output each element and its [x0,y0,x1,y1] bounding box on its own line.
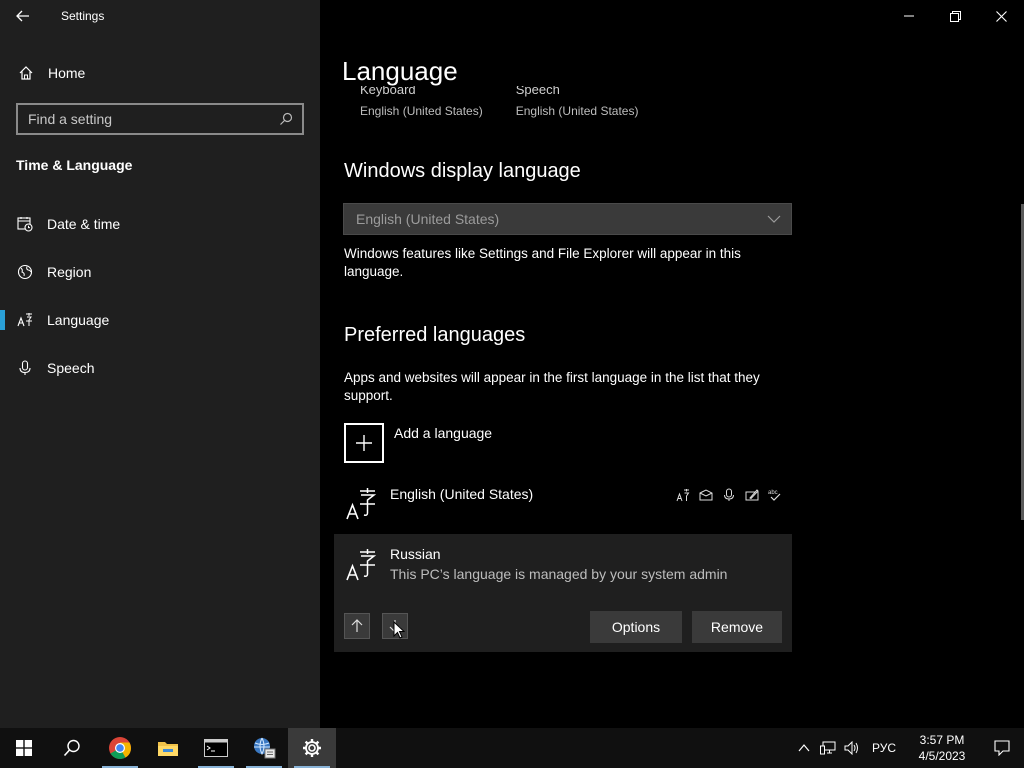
keyboard-tile[interactable]: Keyboard English (United States) [360,86,483,118]
sidebar-item-region[interactable]: Region [0,252,320,292]
language-subtitle: This PC’s language is managed by your sy… [390,566,728,582]
remove-button[interactable]: Remove [692,611,782,643]
minimize-button[interactable] [886,0,932,32]
action-center-button[interactable] [980,728,1024,768]
restore-button[interactable] [932,0,978,32]
sidebar-item-label: Language [47,312,110,328]
language-icon [17,312,33,328]
globe-icon [17,264,33,280]
system-tray: РУС 3:57 PM 4/5/2023 [792,728,1024,768]
plus-icon [356,435,372,451]
input-language-indicator[interactable]: РУС [864,741,904,755]
title-bar: Settings [0,0,320,32]
spell-check-feature-icon: abc [767,487,782,502]
clock-date: 4/5/2023 [918,749,966,763]
dropdown-selected-value: English (United States) [356,211,500,227]
svg-text:abc: abc [768,490,778,496]
arrow-up-icon [351,619,363,632]
options-button[interactable]: Options [590,611,682,643]
volume-icon [844,741,858,755]
preferred-languages-heading: Preferred languages [344,324,526,346]
language-glyph-icon [334,483,380,523]
tile-label: Keyboard [360,86,416,97]
taskbar-chrome[interactable] [96,728,144,768]
back-arrow-icon [16,10,29,22]
main-content: Language Keyboard English (United States… [320,0,1024,728]
add-language-label: Add a language [394,425,493,441]
page-title: Language [342,56,458,86]
language-tiles-row: Keyboard English (United States) Speech … [360,86,638,118]
taskbar-file-explorer[interactable] [144,728,192,768]
search-input[interactable] [18,111,270,127]
windows-start-icon [16,740,32,756]
language-name: English (United States) [390,486,534,502]
home-nav-item[interactable]: Home [0,56,320,90]
window-controls [886,0,1024,32]
sidebar-item-speech[interactable]: Speech [0,348,320,388]
search-box[interactable] [16,103,304,135]
text-to-speech-feature-icon [698,487,713,502]
language-glyph-icon [334,544,380,584]
handwriting-feature-icon [744,487,759,502]
network-tray-button[interactable] [816,728,840,768]
mouse-cursor-icon [393,621,405,639]
taskbar-network-app[interactable] [240,728,288,768]
notification-icon [994,740,1010,756]
speech-recognition-feature-icon [721,487,736,502]
back-button[interactable] [0,0,46,32]
language-item-english[interactable]: English (United States) abc [334,483,792,531]
restore-icon [949,10,961,22]
network-icon [819,741,836,755]
clock-time: 3:57 PM [919,733,965,747]
search-icon [63,739,80,757]
sidebar-item-label: Speech [47,360,95,376]
taskbar-clock[interactable]: 3:57 PM 4/5/2023 [904,732,980,764]
close-icon [995,10,1007,22]
language-name: Russian [390,546,441,562]
add-language-button[interactable]: Add a language [344,423,492,463]
settings-gear-icon [303,739,321,757]
display-language-dropdown[interactable]: English (United States) [343,203,792,235]
taskbar-settings[interactable] [288,728,336,768]
display-language-description: Windows features like Settings and File … [344,246,741,279]
sidebar-item-label: Date & time [47,216,121,232]
chevron-up-icon [798,744,810,752]
taskbar-search-button[interactable] [48,728,96,768]
show-hidden-icons-button[interactable] [792,728,816,768]
sidebar-item-date-time[interactable]: Date & time [0,204,320,244]
language-features: abc [675,487,782,502]
add-box [344,423,384,463]
sidebar-item-language[interactable]: Language [0,300,320,340]
network-globe-icon [254,737,276,759]
microphone-icon [17,360,33,376]
home-icon [18,65,34,81]
chevron-down-icon [767,215,781,223]
app-title: Settings [61,9,105,23]
tile-label: Speech [515,86,560,97]
display-language-heading: Windows display language [344,160,581,182]
taskbar: РУС 3:57 PM 4/5/2023 [0,728,1024,768]
tile-value: English (United States) [360,104,483,118]
speech-tile[interactable]: Speech English (United States) [516,86,639,118]
sidebar: Settings Home Time & Language Date & tim… [0,0,320,728]
language-item-header: Russian This PC’s language is managed by… [334,544,792,592]
sidebar-item-label: Region [47,264,92,280]
search-icon[interactable] [270,105,302,133]
start-button[interactable] [0,728,48,768]
section-title: Time & Language [16,157,133,173]
calendar-clock-icon [17,216,33,232]
move-up-button[interactable] [344,613,370,639]
home-label: Home [48,65,86,81]
tile-value: English (United States) [515,104,639,118]
preferred-languages-description: Apps and websites will appear in the fir… [344,370,760,403]
chrome-icon [109,737,131,759]
volume-tray-button[interactable] [840,728,864,768]
display-language-feature-icon [675,487,690,502]
close-button[interactable] [978,0,1024,32]
file-explorer-icon [158,742,178,756]
minimize-icon [904,15,914,17]
taskbar-command-prompt[interactable] [192,728,240,768]
command-prompt-icon [204,739,228,757]
